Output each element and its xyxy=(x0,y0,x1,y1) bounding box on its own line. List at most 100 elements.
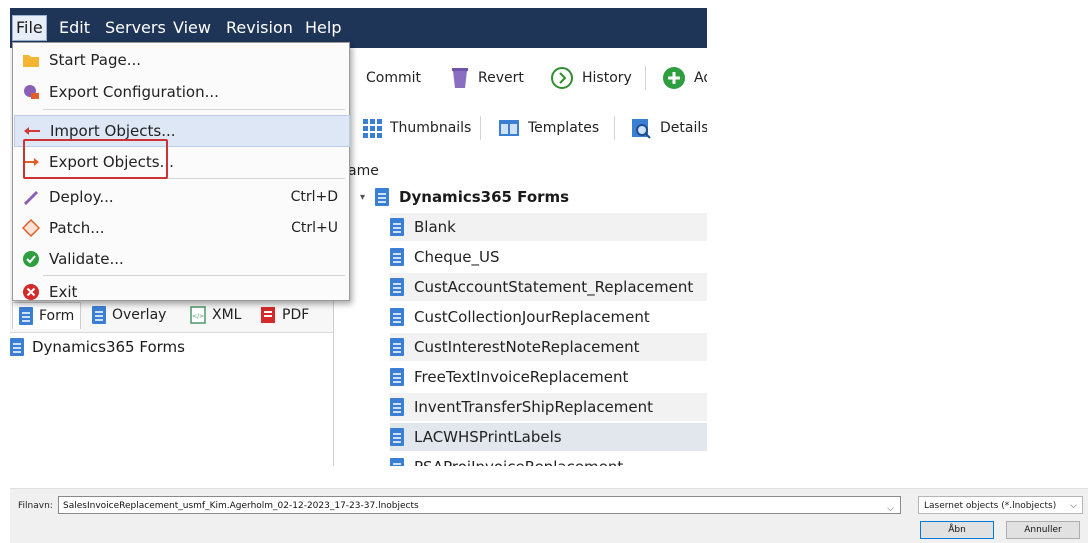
menu-separator xyxy=(43,109,345,110)
toolbar-row-1: Commit Revert History Ad xyxy=(348,58,707,98)
trash-icon xyxy=(452,68,468,88)
chevron-down-icon[interactable]: ⌵ xyxy=(887,500,894,518)
list-item-selected[interactable]: LACWHSPrintLabels xyxy=(390,423,707,451)
add-button[interactable]: Ad xyxy=(662,66,707,90)
details-button[interactable]: Details xyxy=(630,116,707,140)
form-doc-icon xyxy=(375,188,390,206)
menu-item-patch[interactable]: Patch... Ctrl+U xyxy=(14,213,348,243)
menu-item-label: Patch... xyxy=(49,219,105,237)
filetype-select[interactable]: Lasernet objects (*.lnobjects) ⌵ xyxy=(918,496,1083,514)
commit-button[interactable]: Commit xyxy=(366,66,421,90)
add-icon xyxy=(663,67,685,89)
thumbnails-icon xyxy=(363,119,382,138)
tab-form-label: Form xyxy=(39,308,75,324)
menu-revision[interactable]: Revision xyxy=(223,16,296,40)
list-item[interactable]: FreeTextInvoiceReplacement xyxy=(390,363,707,391)
tab-overlay-label: Overlay xyxy=(112,307,167,323)
list-item-label: PSAProjInvoiceReplacement xyxy=(414,458,623,466)
form-doc-icon xyxy=(390,218,404,236)
form-doc-icon xyxy=(10,338,24,356)
highlight-annotation-box xyxy=(23,139,168,179)
list-item[interactable]: CustCollectionJourReplacement xyxy=(390,303,707,331)
commit-label: Commit xyxy=(366,70,421,86)
revert-button[interactable]: Revert xyxy=(450,66,524,90)
menu-item-deploy[interactable]: Deploy... Ctrl+D xyxy=(14,182,348,212)
list-item[interactable]: Cheque_US xyxy=(390,243,707,271)
history-label: History xyxy=(582,70,632,86)
list-item-label: CustAccountStatement_Replacement xyxy=(414,278,694,296)
list-item-label: Cheque_US xyxy=(414,248,500,266)
patch-icon xyxy=(21,218,41,238)
chevron-down-icon[interactable]: ⌵ xyxy=(1070,497,1077,515)
list-item[interactable]: Blank xyxy=(390,213,707,241)
open-button[interactable]: Åbn xyxy=(920,521,994,539)
list-item[interactable]: CustAccountStatement_Replacement xyxy=(390,273,707,301)
folder-icon xyxy=(21,50,41,70)
list-item[interactable]: InventTransferShipReplacement xyxy=(390,393,707,421)
pane-divider[interactable] xyxy=(333,298,334,466)
list-item-label: LACWHSPrintLabels xyxy=(414,428,562,446)
list-item-label: InventTransferShipReplacement xyxy=(414,398,654,416)
menu-item-validate[interactable]: Validate... xyxy=(14,244,348,274)
file-menu-dropdown: Start Page... Export Configuration... Im… xyxy=(12,42,350,301)
form-doc-icon xyxy=(390,248,404,266)
tab-overlay[interactable]: Overlay xyxy=(92,304,166,326)
toolbar-separator xyxy=(480,116,481,140)
list-root-item[interactable]: ▾ Dynamics365 Forms xyxy=(360,188,569,206)
list-item[interactable]: CustInterestNoteReplacement xyxy=(390,333,707,361)
menu-servers[interactable]: Servers xyxy=(102,16,169,40)
overlay-doc-icon xyxy=(92,306,106,324)
menu-item-label: Start Page... xyxy=(49,51,142,69)
menu-item-export-configuration[interactable]: Export Configuration... xyxy=(14,77,348,107)
menu-item-label: Exit xyxy=(49,283,78,301)
menu-view[interactable]: View xyxy=(170,16,214,40)
list-item[interactable]: PSAProjInvoiceReplacement xyxy=(390,453,707,466)
svg-text:</>: </> xyxy=(192,313,204,320)
filetype-value: Lasernet objects (*.lnobjects) xyxy=(924,501,1057,511)
thumbnails-button[interactable]: Thumbnails xyxy=(362,116,471,140)
menu-item-exit[interactable]: Exit xyxy=(14,277,348,307)
toolbar-separator xyxy=(614,116,615,140)
list-item-label: CustCollectionJourReplacement xyxy=(414,308,650,326)
cancel-button[interactable]: Annuller xyxy=(1006,521,1080,539)
tab-xml[interactable]: </> XML xyxy=(190,304,241,326)
list-item-label: FreeTextInvoiceReplacement xyxy=(414,368,629,386)
form-doc-icon xyxy=(19,307,33,325)
expand-arrow-icon[interactable]: ▾ xyxy=(360,192,365,203)
filename-value: SalesInvoiceReplacement_usmf_Kim.Agerhol… xyxy=(63,501,419,511)
menu-item-label: Validate... xyxy=(49,250,124,268)
templates-icon xyxy=(499,120,519,136)
details-icon xyxy=(632,119,651,139)
menu-item-label: Deploy... xyxy=(49,188,114,206)
tab-pdf[interactable]: PDF xyxy=(260,304,309,326)
add-label: Ad xyxy=(694,70,707,86)
list-item-label: CustInterestNoteReplacement xyxy=(414,338,640,356)
menu-help[interactable]: Help xyxy=(302,16,344,40)
form-doc-icon xyxy=(390,398,404,416)
menu-item-start-page[interactable]: Start Page... xyxy=(14,45,348,75)
validate-check-icon xyxy=(21,249,41,269)
export-config-icon xyxy=(21,82,41,102)
toolbar-separator xyxy=(645,66,646,90)
import-arrow-icon xyxy=(22,121,42,141)
menu-item-shortcut: Ctrl+U xyxy=(291,220,338,236)
left-tree-root[interactable]: Dynamics365 Forms xyxy=(10,338,185,356)
filename-input[interactable]: SalesInvoiceReplacement_usmf_Kim.Agerhol… xyxy=(58,496,901,514)
menu-item-label: Export Configuration... xyxy=(49,83,219,101)
list-column-header[interactable]: ame xyxy=(348,163,379,179)
form-doc-icon xyxy=(390,428,404,446)
app-window: File Edit Servers View Revision Help Com… xyxy=(10,8,707,466)
list-item-label: Blank xyxy=(414,218,456,236)
templates-button[interactable]: Templates xyxy=(498,116,599,140)
xml-doc-icon: </> xyxy=(190,306,206,324)
menu-file[interactable]: File xyxy=(12,15,47,41)
menu-item-label: Import Objects... xyxy=(50,122,176,140)
left-tree-root-label: Dynamics365 Forms xyxy=(32,338,185,356)
menu-item-shortcut: Ctrl+D xyxy=(290,189,338,205)
menu-edit[interactable]: Edit xyxy=(56,16,93,40)
templates-label: Templates xyxy=(528,120,600,136)
history-button[interactable]: History xyxy=(550,66,632,90)
file-dialog-bar: Filnavn: SalesInvoiceReplacement_usmf_Ki… xyxy=(10,488,1088,543)
tab-pdf-label: PDF xyxy=(282,307,310,323)
thumbnails-label: Thumbnails xyxy=(390,120,472,136)
